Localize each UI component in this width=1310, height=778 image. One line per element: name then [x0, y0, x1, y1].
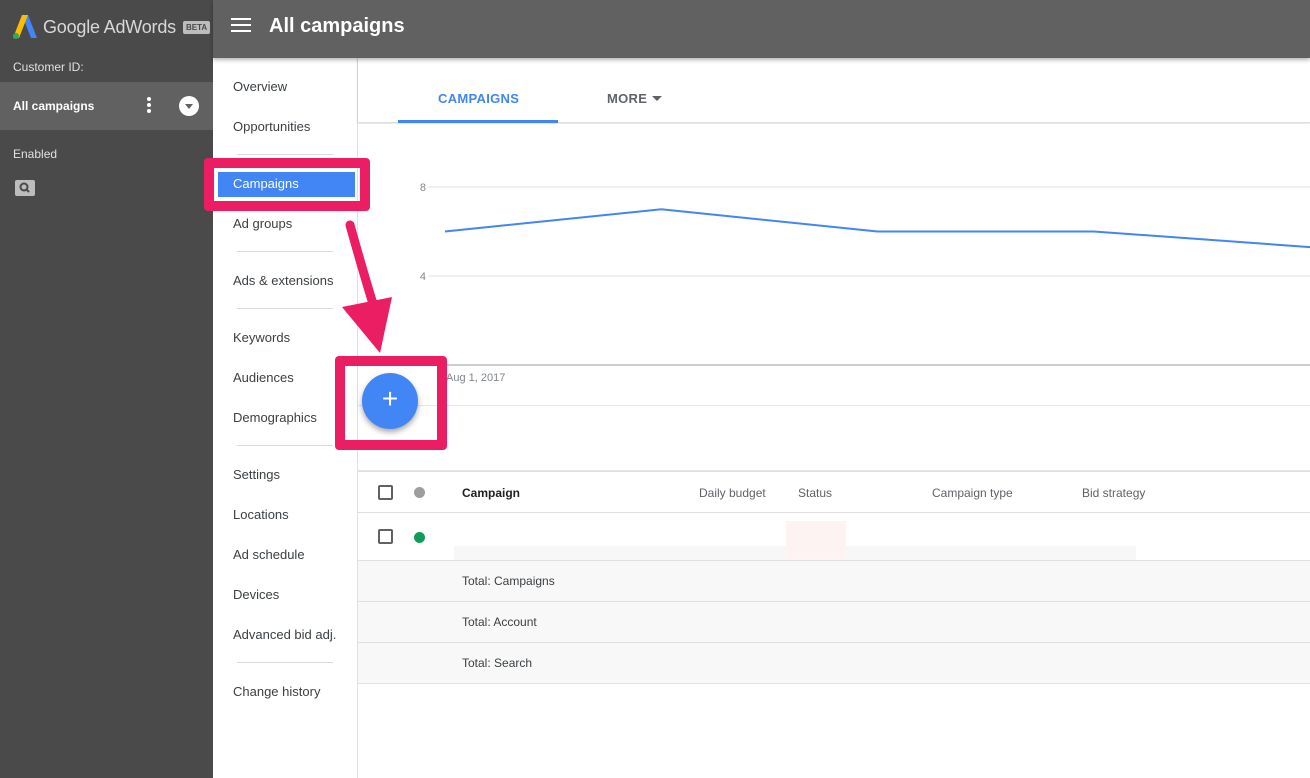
nav-item-locations[interactable]: Locations — [233, 507, 289, 522]
series-line[interactable] — [444, 208, 1310, 249]
nav-item-advanced-bid-adj[interactable]: Advanced bid adj. — [233, 627, 336, 642]
totals-row-search: Total: Search — [358, 643, 1310, 684]
adwords-logo-icon — [13, 15, 37, 39]
nav-item-change-history[interactable]: Change history — [233, 684, 320, 699]
status-filter-label[interactable]: Enabled — [13, 147, 57, 161]
column-header-daily-budget[interactable]: Daily budget — [699, 486, 766, 500]
performance-chart: 84 — [358, 124, 1310, 405]
top-bar: All campaigns — [213, 0, 1310, 58]
account-panel: Google AdWords BETA Customer ID: All cam… — [0, 0, 213, 778]
y-axis-tick-label: 8 — [420, 182, 426, 194]
nav-divider — [237, 154, 333, 155]
more-vert-icon[interactable] — [146, 97, 152, 115]
redacted-status — [786, 521, 846, 559]
nav-item-keywords[interactable]: Keywords — [233, 330, 290, 345]
nav-item-ads-extensions[interactable]: Ads & extensions — [233, 273, 333, 288]
table-row[interactable] — [358, 513, 1310, 561]
main-content: CAMPAIGNS MORE 84 Aug 1, 2017 Campaign D… — [358, 58, 1310, 778]
column-header-status[interactable]: Status — [798, 486, 832, 500]
column-header-bid-strategy[interactable]: Bid strategy — [1082, 486, 1145, 500]
chart-footer — [358, 405, 1310, 471]
adwords-logo[interactable]: Google AdWords BETA — [13, 14, 211, 40]
total-search-label: Total: Search — [462, 656, 533, 670]
row-checkbox[interactable] — [378, 529, 393, 544]
caret-down-icon[interactable] — [652, 96, 662, 101]
brand-name: Google AdWords — [43, 16, 176, 37]
total-campaigns-label: Total: Campaigns — [462, 574, 555, 588]
customer-id-label: Customer ID: — [13, 60, 84, 74]
beta-badge: BETA — [182, 20, 211, 34]
plus-icon: + — [381, 383, 399, 414]
nav-divider — [237, 308, 333, 309]
account-selector-label: All campaigns — [13, 99, 95, 113]
account-selector[interactable]: All campaigns — [0, 82, 213, 130]
tab-campaigns-label: CAMPAIGNS — [438, 91, 520, 106]
tab-campaigns[interactable]: CAMPAIGNS — [398, 58, 558, 123]
nav-divider — [237, 251, 333, 252]
nav-item-devices[interactable]: Devices — [233, 587, 279, 602]
nav-divider — [237, 445, 333, 446]
nav-divider — [237, 662, 333, 663]
annotation-arrow-icon — [342, 220, 392, 353]
nav-item-settings[interactable]: Settings — [233, 467, 280, 482]
nav-item-overview[interactable]: Overview — [233, 79, 287, 94]
search-icon[interactable] — [15, 180, 35, 196]
menu-icon[interactable] — [231, 18, 251, 34]
totals-row-account: Total: Account — [358, 602, 1310, 643]
tab-more[interactable]: MORE — [607, 91, 647, 106]
x-axis-tick-label: Aug 1, 2017 — [446, 372, 506, 384]
tab-bar: CAMPAIGNS MORE — [358, 58, 1310, 123]
select-all-checkbox[interactable] — [378, 485, 393, 500]
nav-item-ad-schedule[interactable]: Ad schedule — [233, 547, 305, 562]
nav-item-audiences[interactable]: Audiences — [233, 370, 294, 385]
enabled-status-dot — [414, 532, 425, 543]
total-account-label: Total: Account — [462, 615, 537, 629]
column-header-campaign-type[interactable]: Campaign type — [932, 486, 1013, 500]
column-header-campaign[interactable]: Campaign — [462, 486, 520, 500]
chart-svg: 84 — [358, 182, 1310, 366]
nav-item-opportunities[interactable]: Opportunities — [233, 119, 310, 134]
totals-row-campaigns: Total: Campaigns — [358, 561, 1310, 602]
page-title: All campaigns — [269, 15, 405, 37]
nav-item-ad-groups[interactable]: Ad groups — [233, 216, 292, 231]
status-header-dot — [414, 487, 425, 498]
table-header-row: Campaign Daily budget Status Campaign ty… — [358, 471, 1310, 513]
add-campaign-button[interactable]: + — [362, 373, 418, 429]
y-axis-tick-label: 4 — [420, 271, 426, 283]
nav-item-demographics[interactable]: Demographics — [233, 410, 317, 425]
highlight-box-campaigns — [204, 158, 370, 211]
dropdown-icon[interactable] — [179, 96, 199, 116]
